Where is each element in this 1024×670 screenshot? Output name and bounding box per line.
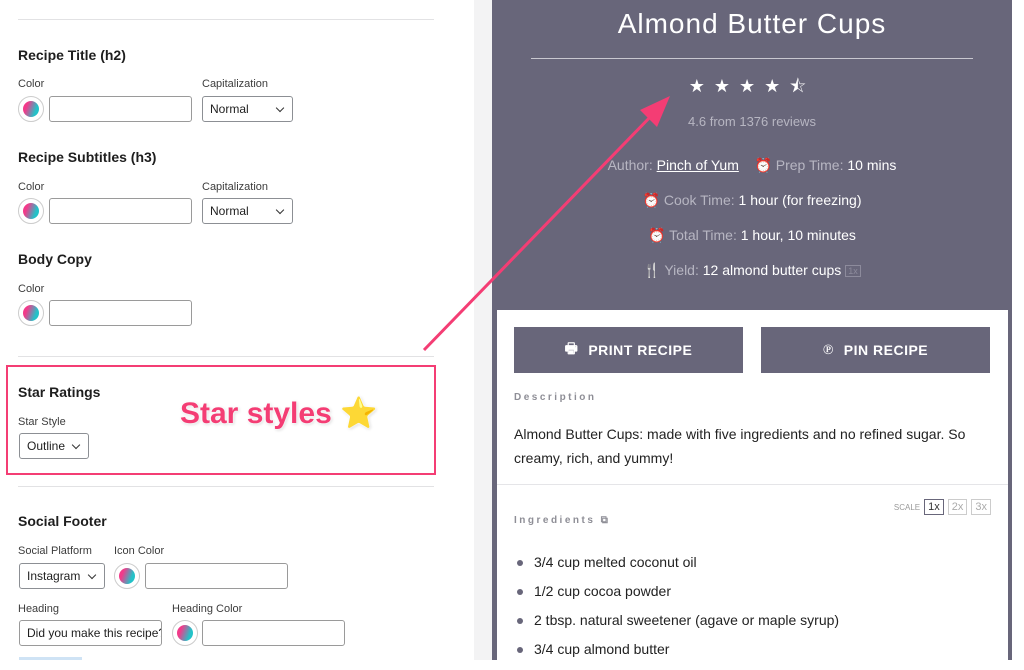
social-platform-label: Social Platform: [18, 545, 92, 557]
heading-input[interactable]: Did you make this recipe?: [19, 620, 162, 646]
scale-label: SCALE: [893, 502, 921, 512]
star-ratings-heading: Star Ratings: [18, 384, 101, 400]
clock-icon: ⏰: [648, 227, 666, 243]
star-style-select[interactable]: Outline: [19, 433, 89, 459]
print-recipe-button[interactable]: 🖶 PRINT RECIPE: [514, 327, 743, 373]
recipe-card-preview: Almond Butter Cups ★★★★⯪ 4.6 from 1376 r…: [492, 0, 1012, 660]
total-value: 1 hour, 10 minutes: [740, 227, 856, 243]
cook-row: ⏰ Cook Time: 1 hour (for freezing): [492, 192, 1012, 209]
body-color-input[interactable]: [49, 300, 192, 326]
list-item: 2 tbsp. natural sweetener (agave or mapl…: [517, 612, 839, 641]
capitalization-label: Capitalization: [202, 78, 269, 90]
star-rating[interactable]: ★★★★⯪: [492, 74, 1012, 104]
color-picker-swatch[interactable]: [18, 300, 44, 326]
author-link[interactable]: Pinch of Yum: [657, 157, 739, 173]
heading-color-label: Heading Color: [172, 603, 243, 615]
pin-recipe-button[interactable]: ℗ PIN RECIPE: [761, 327, 990, 373]
star-style-label: Star Style: [18, 416, 66, 428]
gutter: [474, 0, 492, 660]
divider: [497, 484, 1008, 485]
clock-icon: ⏰: [642, 192, 660, 208]
social-footer-heading: Social Footer: [18, 513, 107, 529]
icon-color-label: Icon Color: [114, 545, 165, 557]
yield-value: 12 almond butter cups: [702, 262, 842, 278]
cook-label: Cook Time:: [663, 192, 735, 208]
prep-value: 10 mins: [847, 157, 897, 173]
color-picker-swatch[interactable]: [172, 620, 198, 646]
annotation-callout: Star styles ⭐: [180, 397, 378, 430]
ingredients-heading: Ingredients ⧉: [514, 515, 611, 526]
icon-color-input[interactable]: [145, 563, 288, 589]
color-label: Color: [18, 283, 45, 295]
list-item: 3/4 cup almond butter: [517, 641, 839, 670]
author-prep-row: Author: Pinch of Yum ⏰ Prep Time: 10 min…: [492, 157, 1012, 174]
social-platform-select[interactable]: Instagram: [19, 563, 105, 589]
print-label: PRINT RECIPE: [588, 342, 693, 358]
scale-control: SCALE 1x 2x 3x: [894, 499, 991, 515]
capitalization-label: Capitalization: [202, 181, 269, 193]
fork-knife-icon: 🍴: [643, 262, 661, 278]
cook-value: 1 hour (for freezing): [738, 192, 862, 208]
pin-label: PIN RECIPE: [843, 342, 929, 358]
printer-icon: 🖶: [564, 340, 579, 356]
list-item: 3/4 cup melted coconut oil: [517, 554, 839, 583]
title-divider: [531, 58, 973, 59]
color-label: Color: [18, 78, 45, 90]
copy-icon[interactable]: ⧉: [601, 515, 611, 526]
rating-text: 4.6 from 1376 reviews: [688, 114, 816, 129]
title-color-input[interactable]: [49, 96, 192, 122]
heading-label: Heading: [18, 603, 59, 615]
total-row: ⏰ Total Time: 1 hour, 10 minutes: [492, 227, 1012, 244]
description-heading: Description: [514, 392, 597, 403]
color-picker-swatch[interactable]: [18, 96, 44, 122]
list-item: 1/2 cup cocoa powder: [517, 583, 839, 612]
recipe-subtitles-heading: Recipe Subtitles (h3): [18, 149, 157, 165]
scale-2x-button[interactable]: 2x: [947, 499, 968, 515]
color-picker-swatch[interactable]: [18, 198, 44, 224]
color-picker-swatch[interactable]: [114, 563, 140, 589]
scale-3x-button[interactable]: 3x: [971, 499, 991, 515]
subtitles-capitalization-select[interactable]: Normal: [202, 198, 293, 224]
yield-scale-badge[interactable]: 1x: [845, 265, 861, 278]
settings-panel: Recipe Title (h2) Color Capitalization N…: [0, 0, 474, 660]
total-label: Total Time:: [669, 227, 737, 243]
yield-label: Yield:: [664, 262, 699, 278]
divider: [18, 19, 434, 20]
prep-label: Prep Time:: [775, 157, 844, 173]
recipe-title: Almond Butter Cups: [617, 8, 887, 39]
yield-row: 🍴 Yield: 12 almond butter cups 1x: [492, 262, 1012, 279]
subtitles-color-input[interactable]: [49, 198, 192, 224]
description-text: Almond Butter Cups: made with five ingre…: [514, 426, 966, 466]
clock-icon: ⏰: [754, 157, 772, 173]
author-label: Author:: [607, 157, 653, 173]
color-label: Color: [18, 181, 45, 193]
ingredients-list: 3/4 cup melted coconut oil 1/2 cup cocoa…: [517, 554, 839, 670]
heading-color-input[interactable]: [202, 620, 345, 646]
recipe-body: 🖶 PRINT RECIPE ℗ PIN RECIPE Description …: [497, 310, 1008, 660]
body-copy-heading: Body Copy: [18, 251, 92, 267]
pinterest-icon: ℗: [822, 341, 834, 358]
divider: [18, 356, 434, 357]
scale-1x-button[interactable]: 1x: [924, 499, 944, 515]
title-capitalization-select[interactable]: Normal: [202, 96, 293, 122]
recipe-title-heading: Recipe Title (h2): [18, 47, 126, 63]
divider: [18, 486, 434, 487]
